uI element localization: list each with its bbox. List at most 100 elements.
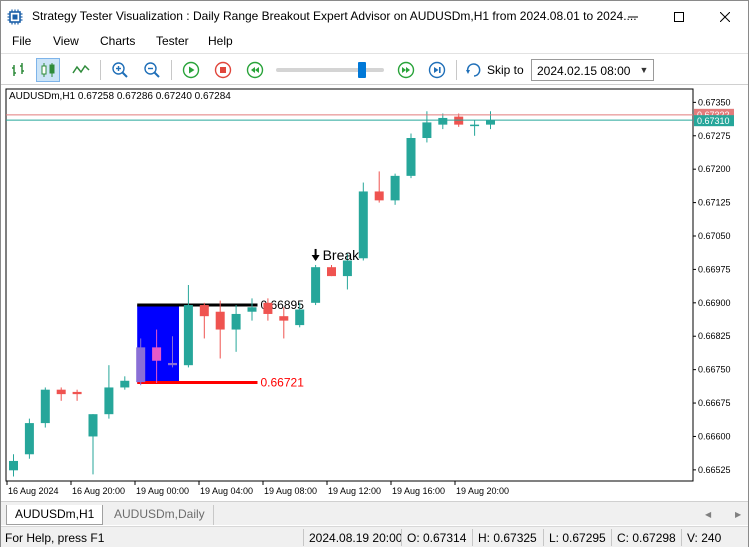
candle-body: [136, 347, 146, 383]
zoom-out-icon: [144, 62, 160, 78]
refresh-icon: [466, 63, 481, 77]
skip-date-picker[interactable]: 2024.02.15 08:00 ▼: [531, 59, 654, 81]
maximize-button[interactable]: [656, 1, 702, 32]
candle-body: [152, 347, 162, 361]
candle-body: [486, 120, 495, 125]
candle-body: [120, 380, 130, 388]
candle-body: [9, 460, 18, 471]
app-icon: [7, 9, 23, 25]
time-axis-label: 16 Aug 2024: [8, 486, 59, 496]
price-chart[interactable]: 0.66895 0.66721 Break 0.67350 0.67275 0.67200…: [5, 88, 749, 500]
price-axis-label: 0.67350: [698, 97, 731, 107]
menu-file[interactable]: File: [12, 34, 31, 48]
menu-view[interactable]: View: [53, 34, 79, 48]
candle-body: [311, 267, 321, 303]
stop-button[interactable]: [211, 58, 235, 82]
price-axis-label: 0.67050: [698, 231, 731, 241]
zoom-in-button[interactable]: [108, 58, 132, 82]
candle-body: [470, 124, 480, 127]
candle-body: [183, 305, 193, 366]
time-axis-label: 19 Aug 04:00: [200, 486, 253, 496]
status-separator: [611, 529, 612, 546]
price-axis-label: 0.66675: [698, 398, 731, 408]
chart-canvas[interactable]: 0.668950.66721Break0.673500.672750.67200…: [5, 88, 749, 500]
bar-chart-icon: [12, 63, 24, 76]
skip-to-button[interactable]: [462, 58, 486, 82]
stop-icon: [214, 61, 232, 79]
candle-body: [88, 414, 98, 437]
toolbar-separator: [456, 60, 457, 80]
menu-help[interactable]: Help: [208, 34, 233, 48]
price-axis-label: 0.67200: [698, 164, 731, 174]
zoom-in-icon: [112, 62, 128, 78]
skip-end-button[interactable]: [425, 58, 449, 82]
scroll-right-icon[interactable]: ▶: [735, 510, 741, 519]
status-datetime: 2024.08.19 20:00: [309, 531, 403, 545]
toolbar: Skip to 2024.02.15 08:00 ▼: [1, 53, 748, 85]
status-separator: [472, 529, 473, 546]
candle-body: [168, 362, 177, 366]
status-high: H: 0.67325: [478, 531, 537, 545]
time-axis-label: 19 Aug 00:00: [136, 486, 189, 496]
menu-tester[interactable]: Tester: [156, 34, 189, 48]
maximize-icon: [674, 11, 684, 22]
candle-body: [72, 391, 82, 395]
chart-symbol-info: AUDUSDm,H1 0.67258 0.67286 0.67240 0.672…: [9, 91, 231, 102]
status-bar: For Help, press F1 2024.08.19 20:00 O: 0…: [1, 526, 748, 547]
status-open: O: 0.67314: [407, 531, 467, 545]
break-label: Break: [323, 247, 361, 263]
candle-body: [438, 117, 448, 125]
status-close: C: 0.67298: [617, 531, 676, 545]
candle-body: [406, 138, 416, 176]
plot-frame: [5, 88, 694, 482]
slow-down-button[interactable]: [243, 58, 267, 82]
line-chart-button[interactable]: [69, 58, 93, 82]
fast-forward-icon: [397, 61, 415, 79]
window-title: Strategy Tester Visualization : Daily Ra…: [32, 9, 637, 23]
tab-audusdm-h1[interactable]: AUDUSDm,H1: [6, 505, 104, 525]
close-icon: [720, 11, 730, 22]
ask-price-label: 0.67310: [697, 116, 730, 126]
skip-forward-icon: [428, 61, 446, 79]
time-axis-label: 19 Aug 08:00: [264, 486, 317, 496]
candle-body: [56, 389, 66, 395]
status-low: L: 0.67295: [549, 531, 606, 545]
candle-body: [327, 267, 336, 277]
tab-audusdm-daily[interactable]: AUDUSDm,Daily: [106, 505, 214, 525]
candle-body: [24, 423, 34, 455]
play-button[interactable]: [179, 58, 203, 82]
price-axis-label: 0.66750: [698, 365, 731, 375]
price-axis-label: 0.66525: [698, 465, 731, 475]
time-axis-label: 19 Aug 20:00: [456, 486, 509, 496]
speed-slider-track[interactable]: [276, 68, 384, 72]
price-axis-label: 0.66975: [698, 264, 731, 274]
close-button[interactable]: [702, 1, 748, 32]
skip-to-label: Skip to: [487, 63, 524, 77]
horizontal-scrollbar[interactable]: ◀ ▶: [219, 510, 748, 522]
candle-body: [374, 191, 384, 201]
speed-up-button[interactable]: [394, 58, 418, 82]
status-separator: [401, 529, 402, 546]
title-bar[interactable]: Strategy Tester Visualization : Daily Ra…: [1, 1, 748, 32]
speed-slider-thumb[interactable]: [358, 62, 367, 78]
price-axis-label: 0.66900: [698, 298, 731, 308]
bar-chart-button[interactable]: [7, 58, 31, 82]
menu-bar: File View Charts Tester Help: [1, 32, 748, 52]
candlestick-chart-button[interactable]: [36, 58, 60, 82]
minimize-button[interactable]: [610, 1, 656, 32]
status-separator: [303, 529, 304, 546]
menu-charts[interactable]: Charts: [100, 34, 135, 48]
tester-window: Strategy Tester Visualization : Daily Ra…: [0, 0, 749, 547]
candle-body: [199, 305, 209, 317]
price-axis-label: 0.67125: [698, 198, 731, 208]
scroll-left-icon[interactable]: ◀: [705, 510, 711, 519]
zoom-out-button[interactable]: [140, 58, 164, 82]
minimize-icon: [628, 16, 638, 17]
price-axis-label: 0.66600: [698, 431, 731, 441]
time-axis-label: 16 Aug 20:00: [72, 486, 125, 496]
candlestick-icon: [41, 63, 55, 77]
candle-body: [279, 316, 289, 321]
dropdown-arrow-icon[interactable]: ▼: [636, 61, 652, 79]
toolbar-separator: [171, 60, 172, 80]
status-separator: [681, 529, 682, 546]
